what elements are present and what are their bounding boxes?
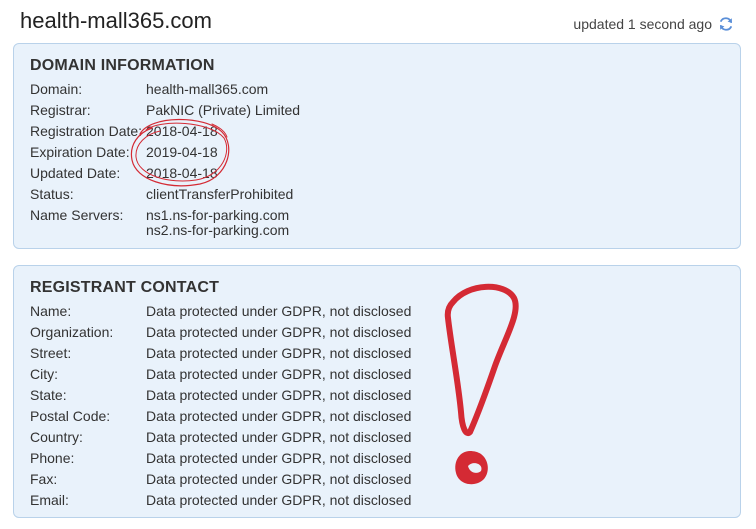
expiration-date-value: 2019-04-18 [146, 144, 218, 160]
domain-value: health-mall365.com [146, 81, 269, 97]
domain-label: Domain: [30, 81, 83, 97]
registrant-postal-code-value: Data protected under GDPR, not disclosed [146, 408, 412, 424]
registrant-fax-value: Data protected under GDPR, not disclosed [146, 471, 412, 487]
registrant-organization-label: Organization: [30, 324, 114, 340]
updated-text: updated 1 second ago [573, 16, 712, 32]
registrant-fax-label: Fax: [30, 471, 58, 487]
status-label: Status: [30, 186, 74, 202]
name-server-2: ns2.ns-for-parking.com [146, 222, 290, 238]
registrant-phone-label: Phone: [30, 450, 75, 466]
registrant-country-value: Data protected under GDPR, not disclosed [146, 429, 412, 445]
registrant-contact-panel: REGISTRANT CONTACT Name: Data protected … [13, 265, 741, 518]
name-servers-label: Name Servers: [30, 207, 124, 223]
name-servers-list: ns1.ns-for-parking.com ns2.ns-for-parkin… [146, 208, 289, 238]
registrant-state-label: State: [30, 387, 67, 403]
registrant-state-value: Data protected under GDPR, not disclosed [146, 387, 412, 403]
registrar-value: PakNIC (Private) Limited [146, 102, 301, 118]
registrar-label: Registrar: [30, 102, 91, 118]
registrant-organization-value: Data protected under GDPR, not disclosed [146, 324, 412, 340]
registrant-name-value: Data protected under GDPR, not disclosed [146, 303, 412, 319]
updated-date-label: Updated Date: [30, 165, 121, 181]
registrant-street-value: Data protected under GDPR, not disclosed [146, 345, 412, 361]
domain-information-heading: DOMAIN INFORMATION [30, 57, 215, 74]
registrant-name-label: Name: [30, 303, 72, 319]
registrant-email-value: Data protected under GDPR, not disclosed [146, 492, 412, 508]
refresh-icon[interactable] [718, 16, 734, 32]
registrant-country-label: Country: [30, 429, 83, 445]
domain-information-panel: DOMAIN INFORMATION Domain: health-mall36… [13, 43, 741, 249]
registration-date-label: Registration Date: [30, 123, 143, 139]
update-status: updated 1 second ago [573, 16, 734, 32]
registrant-email-label: Email: [30, 492, 69, 508]
registrant-postal-code-label: Postal Code: [30, 408, 111, 424]
registrant-contact-heading: REGISTRANT CONTACT [30, 279, 220, 296]
registration-date-value: 2018-04-18 [146, 123, 218, 139]
updated-date-value: 2018-04-18 [146, 165, 218, 181]
registrant-city-value: Data protected under GDPR, not disclosed [146, 366, 412, 382]
page-title: health-mall365.com [20, 8, 212, 33]
status-value: clientTransferProhibited [146, 186, 294, 202]
registrant-phone-value: Data protected under GDPR, not disclosed [146, 450, 412, 466]
name-server-1: ns1.ns-for-parking.com [146, 207, 290, 223]
expiration-date-label: Expiration Date: [30, 144, 130, 160]
registrant-city-label: City: [30, 366, 58, 382]
registrant-street-label: Street: [30, 345, 72, 361]
